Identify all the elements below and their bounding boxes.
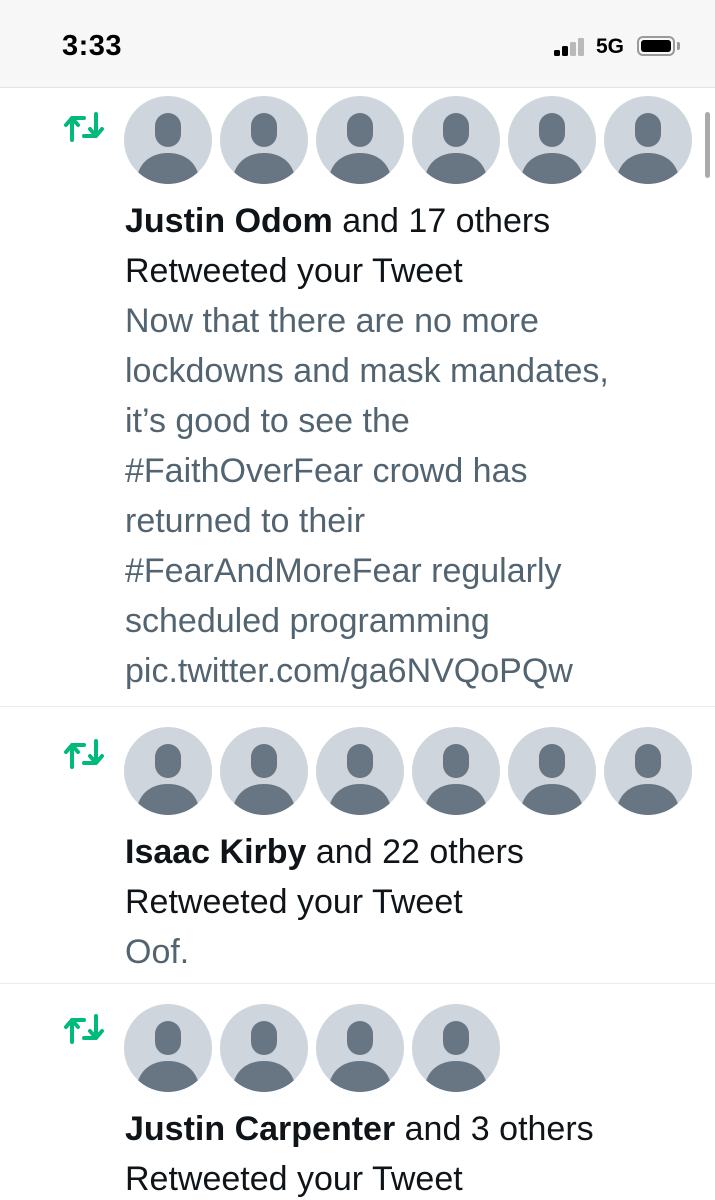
default-avatar-icon [328, 744, 392, 815]
tweet-preview-line: #FearAndMoreFear regularly [125, 552, 562, 590]
avatar[interactable] [412, 727, 500, 815]
retweet-icon [64, 1014, 104, 1044]
tweet-preview[interactable]: Oof. [125, 927, 705, 977]
notification-title-line: Isaac Kirby and 22 others [125, 827, 524, 877]
default-avatar-icon [136, 113, 200, 184]
notification-item[interactable]: Isaac Kirby and 22 others Retweeted your… [0, 727, 715, 982]
network-type-label: 5G [596, 35, 625, 58]
tweet-preview-line: it’s good to see the [125, 402, 410, 440]
user-name-link[interactable]: Justin Carpenter [125, 1110, 395, 1148]
tweet-preview-line: scheduled programming [125, 602, 490, 640]
status-time: 3:33 [62, 30, 123, 62]
default-avatar-icon [424, 113, 488, 184]
notification-title-line: Justin Odom and 17 others [125, 196, 550, 246]
battery-icon [637, 36, 675, 56]
default-avatar-icon [424, 1021, 488, 1092]
default-avatar-icon [328, 1021, 392, 1092]
notification-action: Retweeted your Tweet [125, 883, 463, 921]
user-name-link[interactable]: Isaac Kirby [125, 833, 306, 871]
avatar[interactable] [124, 1004, 212, 1092]
avatar[interactable] [412, 1004, 500, 1092]
tweet-preview-line: Now that there are no more [125, 302, 539, 340]
notification-action: Retweeted your Tweet [125, 252, 463, 290]
divider [0, 706, 715, 707]
default-avatar-icon [232, 1021, 296, 1092]
notification-action: Retweeted your Tweet [125, 1160, 463, 1198]
tweet-preview-line: #FaithOverFear crowd has [125, 452, 528, 490]
retweet-icon [64, 739, 104, 769]
status-bar: 3:33 5G [0, 0, 715, 88]
user-name-link[interactable]: Justin Odom [125, 202, 333, 240]
avatar[interactable] [124, 96, 212, 184]
avatar[interactable] [316, 727, 404, 815]
default-avatar-icon [136, 1021, 200, 1092]
avatar[interactable] [604, 96, 692, 184]
avatar[interactable] [220, 727, 308, 815]
default-avatar-icon [328, 113, 392, 184]
notification-item[interactable]: Justin Odom and 17 others Retweeted your… [0, 96, 715, 706]
battery-cap [677, 42, 680, 50]
avatar[interactable] [412, 96, 500, 184]
default-avatar-icon [616, 113, 680, 184]
avatar[interactable] [220, 96, 308, 184]
default-avatar-icon [424, 744, 488, 815]
default-avatar-icon [616, 744, 680, 815]
avatar[interactable] [220, 1004, 308, 1092]
tweet-preview-line: lockdowns and mask mandates, [125, 352, 609, 390]
avatar[interactable] [316, 96, 404, 184]
others-count: and 3 others [395, 1110, 594, 1148]
tweet-preview[interactable]: Now that there are no more lockdowns and … [125, 296, 705, 696]
retweet-icon [64, 112, 104, 142]
cellular-signal-icon [554, 38, 586, 56]
notifications-screen: 3:33 5G Justin Odom and 17 others Retwee… [0, 0, 715, 1200]
avatar[interactable] [124, 727, 212, 815]
others-count: and 17 others [332, 202, 551, 240]
default-avatar-icon [520, 744, 584, 815]
avatar[interactable] [316, 1004, 404, 1092]
others-count: and 22 others [306, 833, 524, 871]
default-avatar-icon [232, 113, 296, 184]
status-divider [0, 87, 715, 88]
avatar[interactable] [508, 727, 596, 815]
avatar[interactable] [508, 96, 596, 184]
default-avatar-icon [520, 113, 584, 184]
notification-item[interactable]: Justin Carpenter and 3 others Retweeted … [0, 1004, 715, 1200]
tweet-preview-line: pic.twitter.com/ga6NVQoPQw [125, 652, 573, 690]
tweet-preview-line: returned to their [125, 502, 366, 540]
default-avatar-icon [136, 744, 200, 815]
default-avatar-icon [232, 744, 296, 815]
notification-title-line: Justin Carpenter and 3 others [125, 1104, 594, 1154]
divider [0, 983, 715, 984]
tweet-preview-line: Oof. [125, 933, 190, 971]
avatar[interactable] [604, 727, 692, 815]
